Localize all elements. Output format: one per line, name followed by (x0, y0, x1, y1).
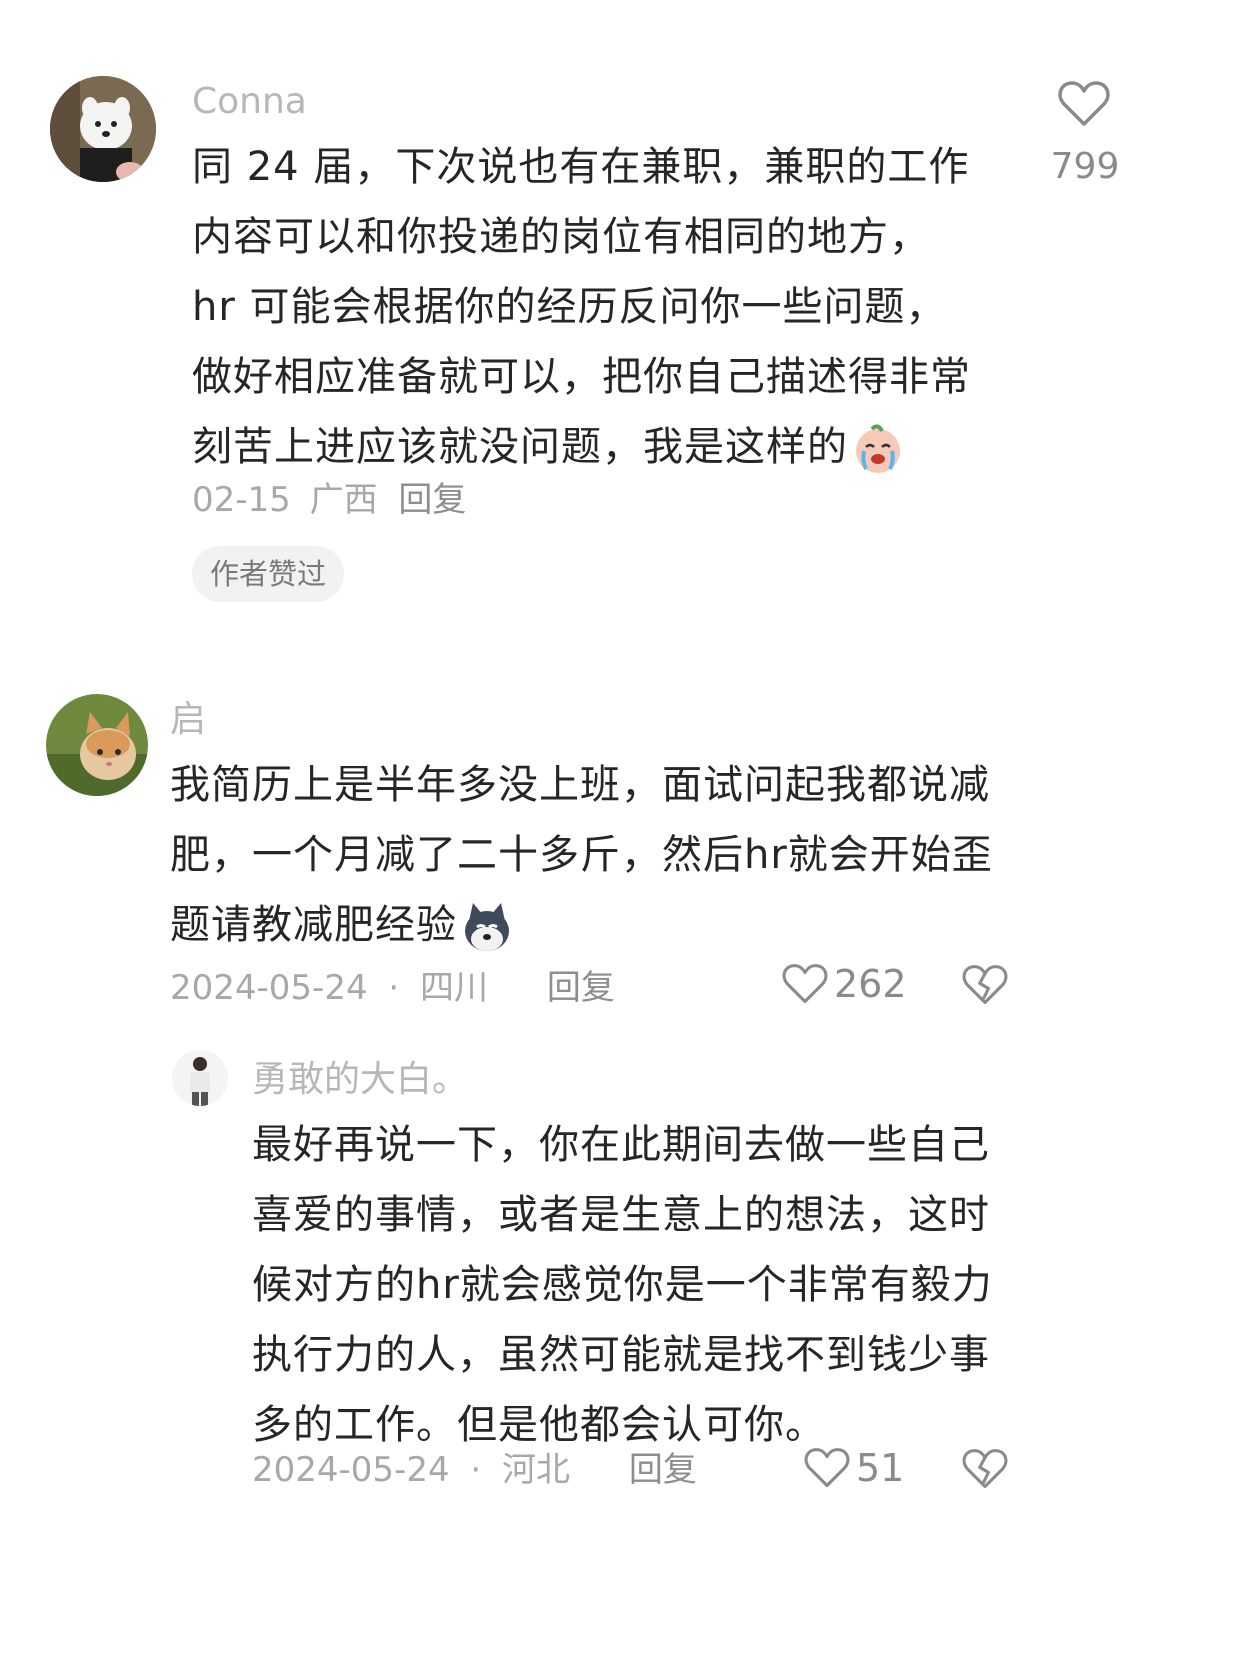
comment-meta: 2024-05-24 · 河北 回复 (252, 1448, 697, 1492)
comment-line: 候对方的hr就会感觉你是一个非常有毅力 (252, 1262, 993, 1308)
username[interactable]: 勇敢的大白。 (252, 1058, 468, 1102)
comment-text: 最好再说一下，你在此期间去做一些自己 喜爱的事情，或者是生意上的想法，这时 候对… (252, 1110, 993, 1460)
comment-line: 执行力的人，虽然可能就是找不到钱少事 (252, 1332, 990, 1378)
meta-separator: · (470, 1450, 482, 1490)
comment-location: 河北 (502, 1450, 571, 1490)
reply-item: 勇敢的大白。 最好再说一下，你在此期间去做一些自己 喜爱的事情，或者是生意上的想… (0, 0, 1242, 1540)
avatar[interactable] (172, 1050, 228, 1106)
like-button[interactable]: 51 (804, 1446, 904, 1490)
comment-line: 最好再说一下，你在此期间去做一些自己 (252, 1122, 990, 1168)
broken-heart-icon (962, 1449, 1008, 1489)
comment-date: 2024-05-24 (252, 1450, 450, 1490)
like-count: 51 (856, 1446, 905, 1490)
dislike-button[interactable] (962, 1448, 1008, 1490)
comment-line: 喜爱的事情，或者是生意上的想法，这时 (252, 1192, 990, 1238)
man-standing-avatar-icon (172, 1050, 228, 1106)
heart-outline-icon (804, 1448, 850, 1488)
reply-button[interactable]: 回复 (629, 1450, 697, 1490)
